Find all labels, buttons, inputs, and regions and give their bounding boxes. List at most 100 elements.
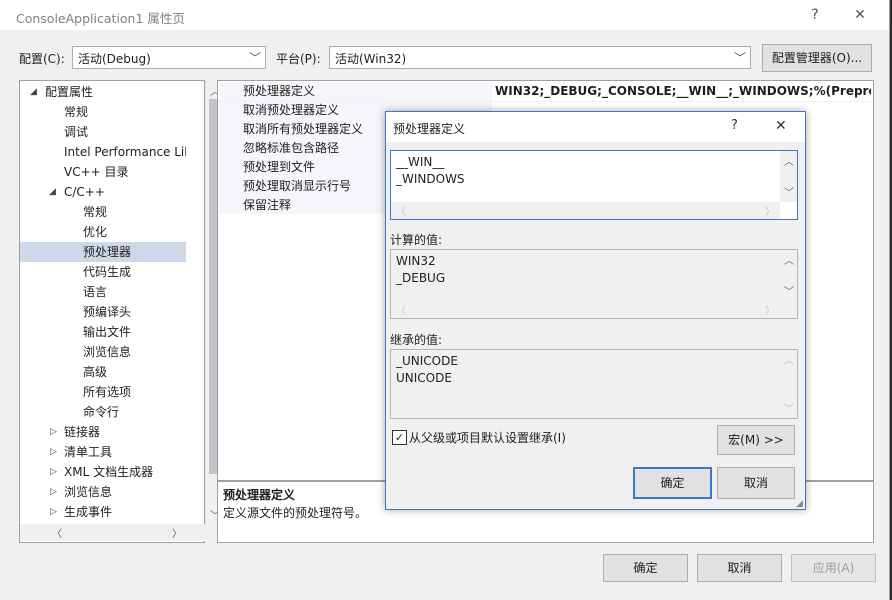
collapse-icon[interactable]: ◢: [30, 82, 37, 102]
chevron-down-icon: ﹀: [733, 51, 746, 65]
ok-button[interactable]: 确定: [603, 554, 688, 582]
dialog-cancel-button[interactable]: 取消: [717, 467, 795, 499]
scroll-down-icon[interactable]: ﹀: [784, 184, 794, 199]
scroll-right-icon[interactable]: 〉: [765, 302, 775, 317]
tree-item-label: 代码生成: [83, 265, 132, 279]
scroll-up-icon[interactable]: ︿: [784, 153, 794, 168]
platform-label: 平台(P):: [276, 52, 321, 66]
tree-item[interactable]: 输出文件: [20, 322, 186, 342]
dialog-title-bar[interactable]: 预处理器定义 ? ✕: [386, 112, 805, 142]
cancel-label: 取消: [727, 561, 752, 575]
tree-item[interactable]: 代码生成: [20, 262, 186, 282]
tree-item-label: 浏览信息: [83, 345, 132, 359]
tree-item[interactable]: 优化: [20, 222, 186, 242]
tree-item[interactable]: ▷ XML 文档生成器: [20, 462, 186, 482]
help-icon[interactable]: ?: [731, 118, 738, 133]
tree-item[interactable]: ◢ C/C++: [20, 182, 186, 202]
tree-item-label: 配置属性: [45, 85, 94, 99]
window-title: ConsoleApplication1 属性页: [16, 11, 185, 26]
tree-item-label: Intel Performance Libraries: [64, 145, 186, 159]
dialog-ok-label: 确定: [660, 476, 685, 490]
tree-item[interactable]: ▷ 生成事件: [20, 502, 186, 522]
expand-icon[interactable]: ▷: [50, 502, 57, 522]
collapse-icon[interactable]: ◢: [49, 182, 56, 202]
horizontal-scrollbar[interactable]: 〈 〉: [391, 301, 780, 318]
definition-line: _WINDOWS: [396, 172, 465, 186]
expand-icon[interactable]: ▷: [50, 442, 57, 462]
close-icon[interactable]: ✕: [775, 118, 787, 134]
help-icon[interactable]: ?: [804, 4, 826, 26]
expand-icon[interactable]: ▷: [50, 482, 57, 502]
config-manager-label: 配置管理器(O)...: [771, 51, 863, 65]
dialog-title: 预处理器定义: [393, 122, 466, 136]
tree-item[interactable]: 高级: [20, 362, 186, 382]
scroll-down-icon[interactable]: ﹀: [784, 283, 794, 298]
tree-item-label: 常规: [83, 205, 108, 219]
tree-horizontal-scrollbar[interactable]: 〈 〉: [20, 524, 205, 541]
vertical-scrollbar[interactable]: ︿ ﹀: [780, 250, 797, 301]
tree-item[interactable]: 常规: [20, 202, 186, 222]
inherited-line: _UNICODE: [396, 354, 458, 368]
tree-item-label: 常规: [64, 105, 89, 119]
expand-icon[interactable]: ▷: [50, 422, 57, 442]
tree-item[interactable]: VC++ 目录: [20, 162, 186, 182]
category-tree[interactable]: ◢ 配置属性 常规 调试 Intel Performance Libraries…: [19, 80, 223, 543]
scroll-left-icon[interactable]: 〈: [396, 302, 406, 317]
dialog-ok-button[interactable]: 确定: [633, 467, 712, 499]
tree-item-label: XML 文档生成器: [64, 465, 154, 479]
apply-label: 应用(A): [812, 561, 855, 575]
close-icon[interactable]: ✕: [849, 4, 871, 26]
property-row[interactable]: 预处理器定义 WIN32;_DEBUG;_CONSOLE;__WIN__;_WI…: [218, 82, 871, 102]
tree-item[interactable]: 语言: [20, 282, 186, 302]
tree-item[interactable]: 命令行: [20, 402, 186, 422]
apply-button[interactable]: 应用(A): [791, 554, 876, 582]
scroll-up-icon[interactable]: ︿: [784, 252, 794, 267]
macros-button[interactable]: 宏(M) >>: [717, 425, 795, 455]
inherit-checkbox-label[interactable]: 从父级或项目默认设置继承(I): [409, 429, 566, 446]
scroll-right-icon[interactable]: 〉: [172, 525, 182, 540]
tree-item[interactable]: 常规: [20, 102, 186, 122]
expand-icon[interactable]: ▷: [50, 462, 57, 482]
tree-item[interactable]: 预编译头: [20, 302, 186, 322]
scroll-down-icon[interactable]: ﹀: [784, 400, 794, 415]
tree-item[interactable]: Intel Performance Libraries: [20, 142, 186, 162]
scroll-left-icon[interactable]: 〈: [52, 525, 62, 540]
computed-line: _DEBUG: [396, 271, 446, 285]
scroll-up-icon[interactable]: ︿: [784, 352, 794, 367]
config-value: 活动(Debug): [78, 52, 151, 66]
platform-select[interactable]: 活动(Win32) ﹀: [329, 46, 751, 69]
horizontal-scrollbar[interactable]: 〈 〉: [391, 202, 780, 219]
tree-item[interactable]: ◢ 配置属性: [20, 82, 186, 102]
config-manager-button[interactable]: 配置管理器(O)...: [762, 44, 872, 72]
definition-line: __WIN__: [396, 155, 445, 169]
property-value[interactable]: WIN32;_DEBUG;_CONSOLE;__WIN__;_WINDOWS;%…: [495, 82, 871, 101]
tree-item[interactable]: ▷ 链接器: [20, 422, 186, 442]
description-text: 定义源文件的预处理符号。: [223, 506, 368, 520]
inherited-line: UNICODE: [396, 371, 452, 385]
cancel-button[interactable]: 取消: [697, 554, 782, 582]
inherit-checkbox[interactable]: ✓: [392, 430, 407, 445]
inherited-label: 继承的值:: [390, 333, 443, 347]
tree-item[interactable]: 所有选项: [20, 382, 186, 402]
tree-item[interactable]: 调试: [20, 122, 186, 142]
tree-item-label: 语言: [83, 285, 108, 299]
vertical-scrollbar[interactable]: ︿ ﹀: [780, 151, 797, 202]
tree-item-label: VC++ 目录: [64, 165, 129, 179]
tree-item[interactable]: 浏览信息: [20, 342, 186, 362]
preprocessor-definitions-dialog: 预处理器定义 ? ✕ __WIN__ _WINDOWS ︿ ﹀ 〈 〉 计算的值…: [385, 111, 806, 510]
title-bar[interactable]: ConsoleApplication1 属性页 ? ✕: [0, 0, 889, 30]
resize-grip-icon[interactable]: ◢: [796, 499, 803, 509]
scroll-right-icon[interactable]: 〉: [765, 203, 775, 218]
platform-value: 活动(Win32): [335, 52, 407, 66]
definitions-textbox[interactable]: __WIN__ _WINDOWS ︿ ﹀ 〈 〉: [390, 150, 798, 220]
config-select[interactable]: 活动(Debug) ﹀: [72, 46, 266, 69]
tree-item-label: 浏览信息: [64, 485, 113, 499]
scroll-left-icon[interactable]: 〈: [396, 203, 406, 218]
tree-item-label: 生成事件: [64, 505, 113, 519]
tree-item[interactable]: ▷ 清单工具: [20, 442, 186, 462]
vertical-scrollbar[interactable]: ︿ ﹀: [780, 350, 797, 418]
tree-item[interactable]: ▷ 浏览信息: [20, 482, 186, 502]
tree-item-selected[interactable]: 预处理器: [20, 242, 186, 262]
tree-item-label: 优化: [83, 225, 108, 239]
computed-line: WIN32: [396, 254, 436, 268]
